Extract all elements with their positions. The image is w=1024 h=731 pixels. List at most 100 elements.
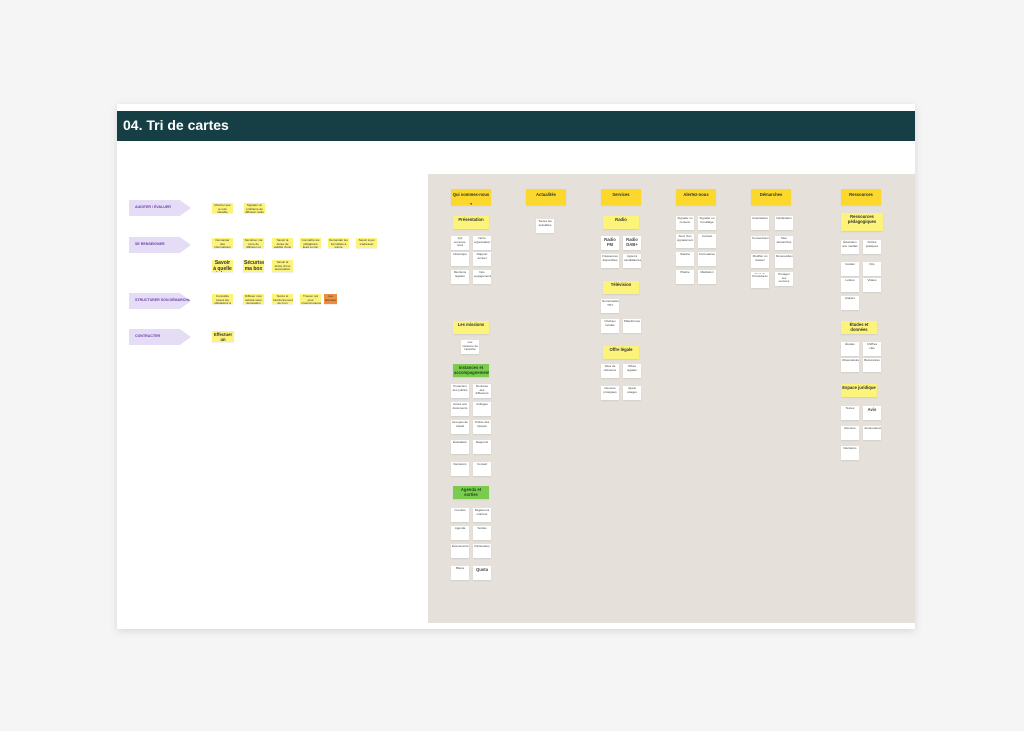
content-card[interactable]: Historique bbox=[451, 252, 469, 266]
content-card[interactable]: Fréquences disponibles bbox=[601, 254, 619, 268]
journey-sticky-note[interactable]: Demander des informations sur les aides … bbox=[212, 238, 233, 248]
content-card[interactable]: Mentions légales bbox=[451, 270, 469, 284]
content-card[interactable]: Observatoire bbox=[841, 358, 859, 372]
journey-sticky-note[interactable]: Demander les formalités à suivre bbox=[328, 238, 349, 248]
content-card[interactable]: Renouvellement bbox=[775, 254, 793, 268]
content-card[interactable]: Baromètres bbox=[863, 358, 881, 372]
content-card[interactable]: Kits bbox=[863, 262, 881, 276]
content-card[interactable]: Sorties bbox=[473, 526, 491, 540]
content-card[interactable]: Bilans bbox=[451, 566, 469, 580]
content-card[interactable]: Ordres des travaux bbox=[473, 420, 491, 434]
journey-sticky-note[interactable]: Sécuriser ma zone de diffusion et mes in… bbox=[243, 238, 264, 248]
content-card[interactable]: Saisine bbox=[676, 252, 694, 266]
content-card[interactable]: Quota bbox=[473, 566, 491, 580]
content-card[interactable]: Données des diffuseurs bbox=[473, 384, 491, 398]
content-card[interactable]: Jurisprudence bbox=[863, 426, 881, 440]
content-card[interactable]: Oeuvres protégées bbox=[601, 386, 619, 400]
content-card[interactable]: Mes démarches bbox=[775, 236, 793, 250]
subgroup-header[interactable]: Présentation bbox=[453, 216, 489, 229]
category-header[interactable]: Services bbox=[601, 189, 641, 205]
content-card[interactable]: Numérotation TNT bbox=[601, 299, 619, 313]
content-card[interactable]: Guides bbox=[841, 262, 859, 276]
content-card[interactable]: Radio DAB+ bbox=[623, 236, 641, 250]
content-card[interactable]: Évaluation bbox=[451, 440, 469, 454]
content-card[interactable]: Éducation aux médias bbox=[841, 240, 859, 254]
journey-sticky-note[interactable]: Effectuer un partenariat bbox=[212, 331, 234, 342]
content-card[interactable]: Chaînes locales bbox=[601, 319, 619, 333]
content-card[interactable]: Rapport annuel bbox=[473, 252, 491, 266]
journey-sticky-note[interactable]: Trouver qui peut m'accompagner dans ma d… bbox=[300, 294, 321, 304]
subgroup-header[interactable]: Télévision bbox=[603, 281, 639, 294]
subgroup-header[interactable]: Offre légale bbox=[603, 346, 639, 359]
content-card[interactable]: Rapports bbox=[473, 440, 491, 454]
content-card[interactable]: Vidéos bbox=[863, 278, 881, 292]
journey-sticky-note[interactable]: Diffuser mon activité sans dérogation bbox=[243, 294, 264, 304]
content-card[interactable]: Protection des publics bbox=[451, 384, 469, 398]
content-card[interactable]: Avis bbox=[863, 406, 881, 420]
content-card[interactable]: Décisions bbox=[841, 446, 859, 460]
content-card[interactable]: Plateformes bbox=[623, 319, 641, 333]
subgroup-header[interactable]: Espace juridique bbox=[841, 384, 877, 397]
content-card[interactable]: Conseil bbox=[473, 462, 491, 476]
journey-sticky-note[interactable]: Connaître toutes les obligations à respe… bbox=[212, 294, 233, 304]
subgroup-header[interactable]: Études et données bbox=[841, 321, 877, 334]
subgroup-header[interactable]: Ressources pédagogiques bbox=[841, 213, 883, 231]
subgroup-header[interactable]: Agenda et sorties bbox=[453, 486, 489, 499]
content-card[interactable]: Qui sommes-nous bbox=[451, 236, 469, 250]
content-card[interactable]: Radio FM bbox=[601, 236, 619, 250]
content-card[interactable]: Autorisation bbox=[751, 216, 769, 230]
journey-sticky-note[interactable]: Connaître les obligations liées à mon ac… bbox=[300, 238, 321, 248]
content-card[interactable]: Procédures bbox=[751, 274, 769, 288]
content-card[interactable]: Modifier un dossier bbox=[751, 254, 769, 268]
content-card[interactable]: Signaler un brouillage bbox=[698, 216, 716, 230]
content-card[interactable]: Fiches pratiques bbox=[863, 240, 881, 254]
subgroup-header[interactable]: Instances et accompagnements bbox=[453, 364, 489, 377]
content-card[interactable]: Partenaires bbox=[473, 544, 491, 558]
journey-sticky-note[interactable]: Montrer que je suis capable d'exploiter … bbox=[212, 203, 233, 213]
content-card[interactable]: Contact bbox=[698, 234, 716, 248]
content-card[interactable]: Médiation bbox=[698, 270, 716, 284]
category-header[interactable]: Démarches bbox=[751, 189, 791, 205]
content-card[interactable]: Formulaires bbox=[698, 252, 716, 266]
content-card[interactable]: Décisions bbox=[451, 462, 469, 476]
content-card[interactable]: Suivi d'un signalement bbox=[676, 234, 694, 248]
content-card[interactable]: Textes bbox=[841, 406, 859, 420]
journey-sticky-note[interactable]: Les données bbox=[324, 294, 337, 304]
content-card[interactable]: Protéger ses oeuvres bbox=[775, 272, 793, 286]
category-header[interactable]: Qui sommes-nous ? bbox=[451, 189, 491, 205]
journey-sticky-note[interactable]: Suivre le fonctionnement de mon dossier bbox=[272, 294, 293, 304]
content-card[interactable]: Signaler un contenu bbox=[676, 216, 694, 230]
subgroup-header[interactable]: Radio bbox=[603, 216, 639, 229]
journey-sticky-note[interactable]: Savoir à qui s'adresser bbox=[356, 238, 377, 248]
content-card[interactable]: Nos engagements bbox=[473, 270, 491, 284]
content-card[interactable]: Toutes les actualités bbox=[536, 219, 554, 233]
category-header[interactable]: Ressources bbox=[841, 189, 881, 205]
journey-sticky-note[interactable]: Savoir à quelle réglementation répondre bbox=[212, 260, 233, 272]
content-card[interactable]: Groupes de travail bbox=[451, 420, 469, 434]
content-card[interactable]: Comités bbox=[451, 508, 469, 522]
content-card[interactable]: Études bbox=[841, 342, 859, 356]
content-card[interactable]: Recours bbox=[841, 426, 859, 440]
content-card[interactable]: Règlement intérieur bbox=[473, 508, 491, 522]
content-card[interactable]: Appel à candidatures bbox=[623, 254, 641, 268]
content-card[interactable]: Plainte bbox=[676, 270, 694, 284]
content-card[interactable]: Déclaration bbox=[775, 216, 793, 230]
content-card[interactable]: Agenda bbox=[451, 526, 469, 540]
content-card[interactable]: Les missions de l'autorité bbox=[461, 340, 479, 354]
content-card[interactable]: Lettres bbox=[841, 278, 859, 292]
category-header[interactable]: Actualités bbox=[526, 189, 566, 205]
content-card[interactable]: Notre organisation bbox=[473, 236, 491, 250]
content-card[interactable]: Chiffres clés bbox=[863, 342, 881, 356]
content-card[interactable]: Événements bbox=[451, 544, 469, 558]
journey-sticky-note[interactable]: Savoir la durée d'une autorisation légal… bbox=[272, 260, 293, 272]
content-card[interactable]: Sites de référence bbox=[601, 364, 619, 378]
content-card[interactable]: Accès aux documents bbox=[451, 402, 469, 416]
journey-sticky-note[interactable]: Savoir la durée de validité d'une autori… bbox=[272, 238, 293, 248]
subgroup-header[interactable]: Les missions bbox=[453, 321, 489, 334]
journey-sticky-note[interactable]: Sécuriser ma box bbox=[243, 260, 264, 272]
content-card[interactable]: Conventionnement bbox=[751, 236, 769, 250]
content-card[interactable]: Quels usages bbox=[623, 386, 641, 400]
content-card[interactable]: Ateliers bbox=[841, 296, 859, 310]
journey-sticky-note[interactable]: Signaler un problème de diffusion radio bbox=[244, 203, 265, 213]
content-card[interactable]: Offres légales bbox=[623, 364, 641, 378]
